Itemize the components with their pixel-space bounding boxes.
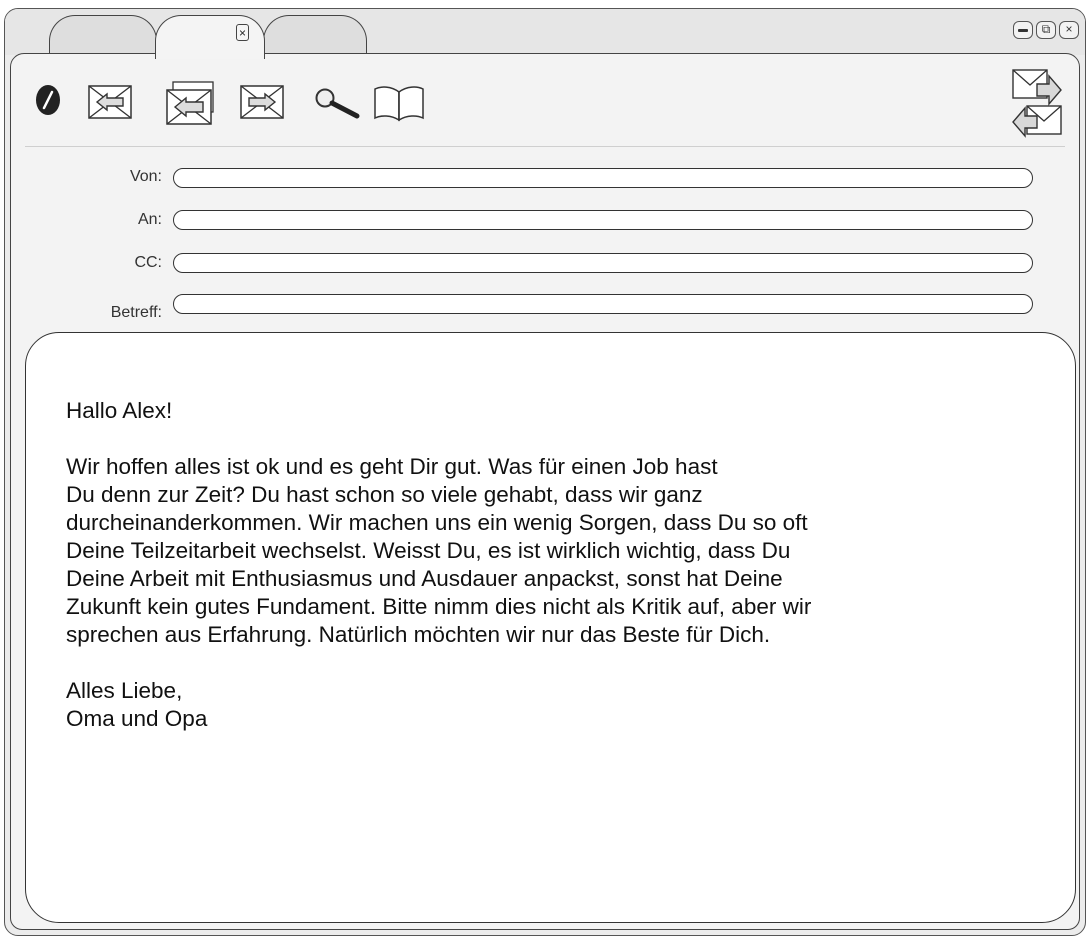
message-line: Zukunft kein gutes Fundament. Bitte nimm… [66, 594, 812, 619]
message-line: sprechen aus Erfahrung. Natürlich möchte… [66, 622, 771, 647]
attachment-icon[interactable] [32, 82, 64, 118]
to-row: An: [11, 209, 1079, 233]
email-window: × ⧉ × Von: An: CC: Betreff: Hallo Alex! … [4, 8, 1086, 936]
cc-field[interactable] [173, 253, 1033, 273]
to-label: An: [137, 211, 162, 228]
subject-field[interactable] [173, 294, 1033, 314]
minimize-icon[interactable] [1013, 21, 1033, 39]
forward-icon[interactable] [239, 82, 287, 122]
message-line: Wir hoffen alles ist ok und es geht Dir … [66, 454, 718, 479]
toolbar [11, 54, 1079, 146]
send-receive-icon[interactable] [1009, 62, 1065, 140]
message-line: Du denn zur Zeit? Du hast schon so viele… [66, 482, 703, 507]
from-row: Von: [11, 166, 1079, 190]
message-line: durcheinanderkommen. Wir machen uns ein … [66, 510, 808, 535]
subject-row: Betreff: [11, 294, 1079, 321]
restore-icon[interactable]: ⧉ [1036, 21, 1056, 39]
message-line: Deine Arbeit mit Enthusiasmus und Ausdau… [66, 566, 783, 591]
tab-close-icon[interactable]: × [236, 24, 249, 41]
message-signature: Oma und Opa [66, 706, 208, 731]
reply-all-icon[interactable] [165, 80, 217, 126]
from-field[interactable] [173, 168, 1033, 188]
tab-2-active[interactable]: × [155, 15, 265, 59]
close-icon[interactable]: × [1059, 21, 1079, 39]
window-controls: ⧉ × [1013, 21, 1079, 39]
to-field[interactable] [173, 210, 1033, 230]
search-icon[interactable] [313, 86, 361, 120]
address-book-icon[interactable] [373, 84, 425, 122]
reply-icon[interactable] [87, 82, 135, 122]
message-line: Deine Teilzeitarbeit wechselst. Weisst D… [66, 538, 791, 563]
from-label: Von: [129, 168, 162, 185]
cc-row: CC: [11, 252, 1079, 276]
cc-label: CC: [134, 254, 162, 271]
mail-compose-area: Von: An: CC: Betreff: Hallo Alex! Wir ho… [10, 53, 1080, 930]
message-body[interactable]: Hallo Alex! Wir hoffen alles ist ok und … [25, 332, 1076, 923]
tab-bar: × ⧉ × [5, 9, 1085, 59]
toolbar-divider [25, 146, 1065, 147]
message-text: Hallo Alex! Wir hoffen alles ist ok und … [66, 397, 1065, 733]
message-greeting: Hallo Alex! [66, 398, 173, 423]
subject-label: Betreff: [110, 304, 162, 321]
message-closing: Alles Liebe, [66, 678, 183, 703]
